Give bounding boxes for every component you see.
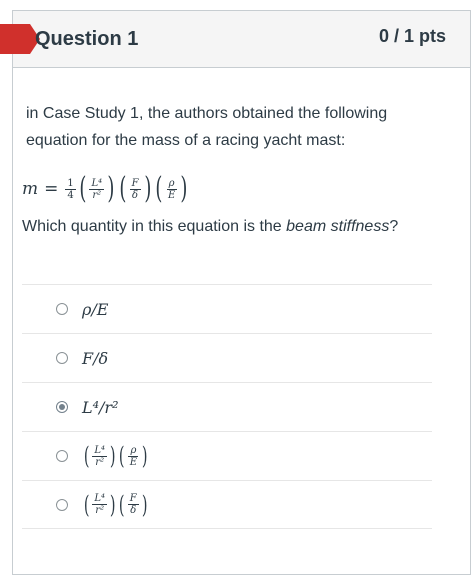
answer-fraction: L⁴ r² [92,493,108,516]
equation-fraction-2: L⁴ r² [89,177,105,201]
answer-fraction: Fδ [127,493,139,516]
equation-f3-den: δ [132,189,139,201]
answer-label: L⁴/r² [82,397,119,417]
radio-button[interactable] [56,303,68,315]
equation-f1-den: 4 [67,189,74,201]
answer-label: ( L⁴ r² ) ( Fδ ) [83,490,148,519]
prompt-end: ? [389,218,399,235]
question-header: Question 1 0 / 1 pts [0,11,470,68]
radio-button[interactable] [56,352,68,364]
answer-list: ρ/E F/δ L⁴/r² ( L⁴ r² ) ( ρE ) ( L⁴ r² ) (… [22,284,432,529]
frac-num: L⁴ [92,444,108,457]
equation-f2-num: L⁴ [89,177,105,190]
equation-equals: = [44,179,59,199]
equation-lhs: m [22,179,39,199]
equation-f1-num: 1 [65,177,76,190]
question-points: 0 / 1 pts [378,26,446,46]
question-text: in Case Study 1, the authors obtained th… [22,100,432,154]
question-title: Question 1 [35,28,139,50]
equation-fraction-1: 1 4 [65,177,76,201]
equation-f4-num: ρ [166,177,177,190]
answer-option-3[interactable]: L⁴/r² [22,382,432,431]
answer-option-1[interactable]: ρ/E [22,284,432,333]
equation-f4-den: E [167,189,176,201]
answer-fraction: L⁴ r² [92,444,108,468]
question-prompt: Which quantity in this equation is the b… [22,218,398,236]
radio-dot [59,404,65,410]
question-intro: in Case Study 1, the authors obtained th… [26,105,388,149]
radio-button[interactable] [56,498,68,511]
radio-button-selected[interactable] [56,401,68,413]
paren-open: ( [119,171,127,206]
flag-icon[interactable] [0,24,40,54]
radio-button[interactable] [56,450,68,462]
answer-option-5[interactable]: ( L⁴ r² ) ( Fδ ) [22,480,432,529]
frac-den: E [129,456,138,468]
equation-f3-num: F [129,177,141,190]
paren-close: ) [143,171,151,206]
paren-open: ( [155,171,163,206]
answer-label: ( L⁴ r² ) ( ρE ) [83,442,148,470]
frac-den: δ [130,505,137,516]
prompt-text: Which quantity in this equation is the [22,218,287,235]
paren-close: ) [180,171,188,206]
answer-option-4[interactable]: ( L⁴ r² ) ( ρE ) [22,431,432,480]
answer-label: F/δ [82,348,109,368]
mass-equation: m = 1 4 ( L⁴ r² ) ( F δ ) ( ρ E ) [22,168,190,210]
frac-num: ρ [128,444,139,457]
equation-f2-den: r² [92,189,102,201]
answer-fraction: ρE [128,445,139,468]
frac-den: r² [95,456,105,468]
equation-fraction-4: ρ E [166,178,177,201]
answer-option-2[interactable]: F/δ [22,333,432,382]
paren-open: ( [79,171,87,206]
equation-fraction-3: F δ [129,177,141,201]
frac-num: F [127,493,139,505]
frac-num: L⁴ [92,493,108,505]
frac-den: r² [95,505,105,516]
prompt-emphasis: beam stiffness [286,218,390,235]
answer-label: ρ/E [82,299,109,319]
paren-close: ) [107,171,115,206]
